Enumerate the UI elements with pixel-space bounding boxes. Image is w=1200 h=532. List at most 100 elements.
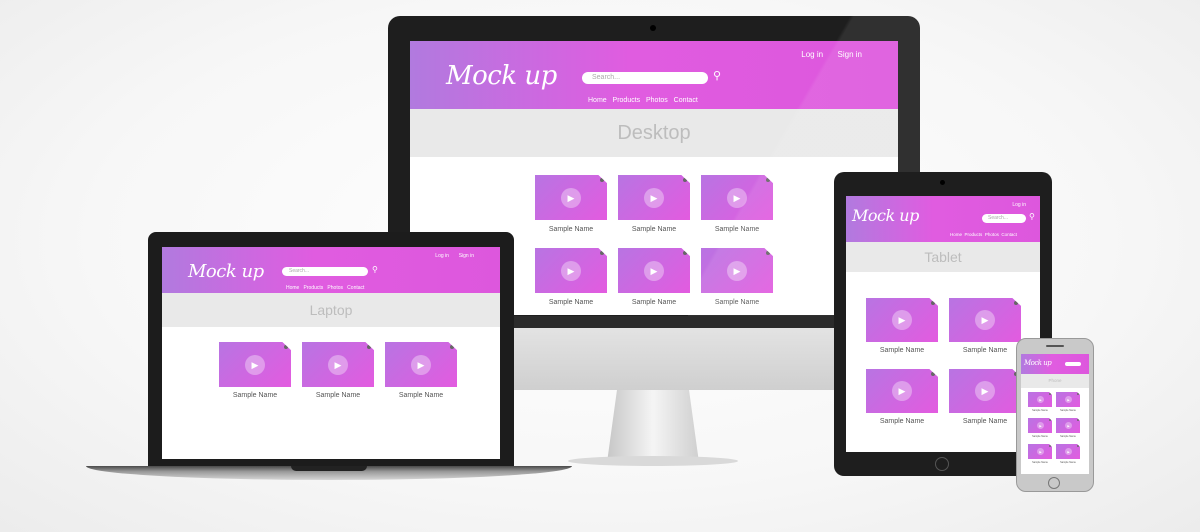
play-icon[interactable]: ▶ xyxy=(975,381,995,401)
nav-products[interactable]: Products xyxy=(965,232,983,237)
search-input[interactable]: Search... xyxy=(282,267,368,276)
product-thumbnail[interactable]: ▶ xyxy=(701,248,773,293)
play-icon[interactable]: ▶ xyxy=(644,261,664,281)
product-card[interactable]: ▶ Sample Name xyxy=(866,369,938,425)
search-icon[interactable]: ⚲ xyxy=(713,69,721,82)
product-card[interactable]: ▶ Sample Name xyxy=(1028,444,1052,464)
search-input[interactable]: Search... xyxy=(582,72,708,84)
product-thumbnail[interactable]: ▶ xyxy=(866,369,938,413)
product-thumbnail[interactable]: ▶ xyxy=(219,342,291,387)
product-thumbnail[interactable]: ▶ xyxy=(618,175,690,220)
search-input[interactable] xyxy=(1065,362,1081,366)
product-name: Sample Name xyxy=(1032,409,1048,412)
product-thumbnail[interactable]: ▶ xyxy=(1056,392,1080,407)
product-card[interactable]: ▶ Sample Name xyxy=(1056,418,1080,438)
play-icon[interactable]: ▶ xyxy=(892,310,912,330)
phone-screen: Mock up Phone ▶ Sample Name ▶ Sample Name ▶ S… xyxy=(1021,354,1089,474)
nav-photos[interactable]: Photos xyxy=(985,232,999,237)
product-thumbnail[interactable]: ▶ xyxy=(949,298,1021,342)
product-card[interactable]: ▶ Sample Name xyxy=(618,175,690,233)
site-logo[interactable]: Mock up xyxy=(446,61,557,91)
nav-products[interactable]: Products xyxy=(304,285,324,291)
product-card[interactable]: ▶ Sample Name xyxy=(1056,444,1080,464)
corner-dot xyxy=(1049,419,1051,421)
corner-dot xyxy=(600,251,604,255)
search-icon[interactable]: ⚲ xyxy=(372,265,378,274)
nav-home[interactable]: Home xyxy=(286,285,299,291)
site-logo[interactable]: Mock up xyxy=(188,261,264,282)
product-card[interactable]: ▶ Sample Name xyxy=(618,248,690,306)
site-header: Mock up Log in Sign in Search... ⚲ Home … xyxy=(162,247,500,293)
play-icon[interactable]: ▶ xyxy=(975,310,995,330)
play-icon[interactable]: ▶ xyxy=(411,355,431,375)
search-icon[interactable]: ⚲ xyxy=(1029,212,1035,221)
search-input[interactable]: Search... xyxy=(982,214,1026,223)
product-thumbnail[interactable]: ▶ xyxy=(1056,444,1080,459)
nav-products[interactable]: Products xyxy=(613,97,641,104)
nav-home[interactable]: Home xyxy=(950,232,962,237)
product-card[interactable]: ▶ Sample Name xyxy=(1028,418,1052,438)
tablet-home-button[interactable] xyxy=(935,457,949,471)
product-thumbnail[interactable]: ▶ xyxy=(302,342,374,387)
play-icon[interactable]: ▶ xyxy=(1037,396,1044,403)
login-link[interactable]: Log in xyxy=(801,50,823,59)
play-icon[interactable]: ▶ xyxy=(1065,448,1072,455)
monitor-stand xyxy=(606,384,700,464)
play-icon[interactable]: ▶ xyxy=(1037,448,1044,455)
product-card[interactable]: ▶ Sample Name xyxy=(1028,392,1052,412)
product-thumbnail[interactable]: ▶ xyxy=(701,175,773,220)
product-card[interactable]: ▶ Sample Name xyxy=(1056,392,1080,412)
product-card[interactable]: ▶ Sample Name xyxy=(949,298,1021,354)
play-icon[interactable]: ▶ xyxy=(1037,422,1044,429)
play-icon[interactable]: ▶ xyxy=(561,188,581,208)
corner-dot xyxy=(766,178,770,182)
login-link[interactable]: Log in xyxy=(1012,202,1026,208)
play-icon[interactable]: ▶ xyxy=(328,355,348,375)
product-card[interactable]: ▶ Sample Name xyxy=(302,342,374,399)
nav-contact[interactable]: Contact xyxy=(674,97,698,104)
signup-link[interactable]: Sign in xyxy=(838,50,862,59)
corner-dot xyxy=(1077,445,1079,447)
product-thumbnail[interactable]: ▶ xyxy=(1028,392,1052,407)
product-card[interactable]: ▶ Sample Name xyxy=(535,175,607,233)
signup-link[interactable]: Sign in xyxy=(459,253,474,259)
phone-home-button[interactable] xyxy=(1048,477,1060,489)
nav-contact[interactable]: Contact xyxy=(1001,232,1017,237)
product-thumbnail[interactable]: ▶ xyxy=(618,248,690,293)
product-card[interactable]: ▶ Sample Name xyxy=(701,248,773,306)
camera-dot xyxy=(650,25,656,31)
site-logo[interactable]: Mock up xyxy=(1024,359,1052,367)
play-icon[interactable]: ▶ xyxy=(727,188,747,208)
play-icon[interactable]: ▶ xyxy=(727,261,747,281)
product-thumbnail[interactable]: ▶ xyxy=(1056,418,1080,433)
product-card[interactable]: ▶ Sample Name xyxy=(219,342,291,399)
product-name: Sample Name xyxy=(1032,461,1048,464)
play-icon[interactable]: ▶ xyxy=(245,355,265,375)
product-card[interactable]: ▶ Sample Name xyxy=(701,175,773,233)
product-name: Sample Name xyxy=(631,226,677,233)
login-link[interactable]: Log in xyxy=(435,253,449,259)
nav-home[interactable]: Home xyxy=(588,97,607,104)
corner-dot xyxy=(931,301,935,305)
product-thumbnail[interactable]: ▶ xyxy=(1028,418,1052,433)
play-icon[interactable]: ▶ xyxy=(892,381,912,401)
product-card[interactable]: ▶ Sample Name xyxy=(385,342,457,399)
product-card[interactable]: ▶ Sample Name xyxy=(866,298,938,354)
nav-contact[interactable]: Contact xyxy=(347,285,364,291)
main-nav: Home Products Photos Contact xyxy=(588,97,698,104)
play-icon[interactable]: ▶ xyxy=(1065,396,1072,403)
play-icon[interactable]: ▶ xyxy=(1065,422,1072,429)
product-thumbnail[interactable]: ▶ xyxy=(1028,444,1052,459)
corner-dot xyxy=(1014,301,1018,305)
tablet-screen: Mock up Log in Search... ⚲ Home Products… xyxy=(846,196,1040,452)
product-thumbnail[interactable]: ▶ xyxy=(866,298,938,342)
corner-dot xyxy=(1049,445,1051,447)
nav-photos[interactable]: Photos xyxy=(327,285,343,291)
play-icon[interactable]: ▶ xyxy=(644,188,664,208)
product-thumbnail[interactable]: ▶ xyxy=(385,342,457,387)
site-logo[interactable]: Mock up xyxy=(852,206,919,225)
nav-photos[interactable]: Photos xyxy=(646,97,668,104)
product-thumbnail[interactable]: ▶ xyxy=(949,369,1021,413)
product-thumbnail[interactable]: ▶ xyxy=(535,175,607,220)
product-card[interactable]: ▶ Sample Name xyxy=(949,369,1021,425)
